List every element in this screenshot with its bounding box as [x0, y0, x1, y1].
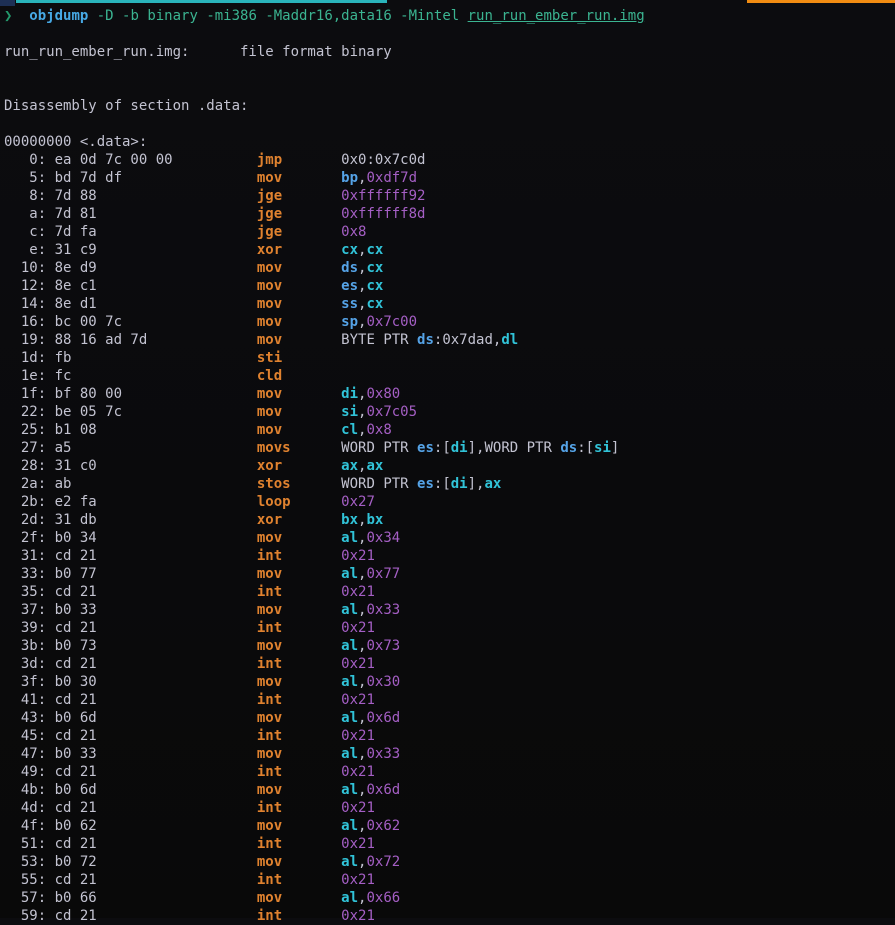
command-args: -D -b binary -mi386 -Maddr16,data16 -Min… [97, 8, 459, 24]
disassembly-row: 39: cd 21 int 0x21 [4, 619, 895, 637]
blank-line [4, 61, 895, 79]
disassembly-row: 22: be 05 7c mov si,0x7c05 [4, 403, 895, 421]
disassembly-row: 1f: bf 80 00 mov di,0x80 [4, 385, 895, 403]
file-format-line: run_run_ember_run.img: file format binar… [4, 43, 895, 61]
disassembly-row: 31: cd 21 int 0x21 [4, 547, 895, 565]
disassembly-row: 57: b0 66 mov al,0x66 [4, 889, 895, 907]
section-header-line: Disassembly of section .data: [4, 97, 895, 115]
disassembly-row: 2f: b0 34 mov al,0x34 [4, 529, 895, 547]
disassembly-row: 2b: e2 fa loop 0x27 [4, 493, 895, 511]
disassembly-row: a: 7d 81 jge 0xffffff8d [4, 205, 895, 223]
disassembly-row: 47: b0 33 mov al,0x33 [4, 745, 895, 763]
disassembly-row: 55: cd 21 int 0x21 [4, 871, 895, 889]
disassembly-row: 27: a5 movs WORD PTR es:[di],WORD PTR ds… [4, 439, 895, 457]
blank-line [4, 115, 895, 133]
top-bar [0, 0, 895, 6]
terminal-screen[interactable]: ❯ objdump -D -b binary -mi386 -Maddr16,d… [0, 7, 895, 925]
disassembly-row: 51: cd 21 int 0x21 [4, 835, 895, 853]
disassembly-row: 2d: 31 db xor bx,bx [4, 511, 895, 529]
disassembly-row: 37: b0 33 mov al,0x33 [4, 601, 895, 619]
disassembly-row: c: 7d fa jge 0x8 [4, 223, 895, 241]
prompt-line: ❯ objdump -D -b binary -mi386 -Maddr16,d… [4, 7, 895, 25]
disassembly-row: 53: b0 72 mov al,0x72 [4, 853, 895, 871]
prompt-gap [12, 8, 29, 24]
disassembly-row: 28: 31 c0 xor ax,ax [4, 457, 895, 475]
disassembly-row: 43: b0 6d mov al,0x6d [4, 709, 895, 727]
tab-underline-orange [747, 0, 895, 3]
disassembly-row: 3b: b0 73 mov al,0x73 [4, 637, 895, 655]
disassembly-row: 41: cd 21 int 0x21 [4, 691, 895, 709]
disassembly-row: 25: b1 08 mov cl,0x8 [4, 421, 895, 439]
disassembly-row: 33: b0 77 mov al,0x77 [4, 565, 895, 583]
disassembly-row: 10: 8e d9 mov ds,cx [4, 259, 895, 277]
disassembly-row: 5: bd 7d df mov bp,0xdf7d [4, 169, 895, 187]
disassembly-row: 59: cd 21 int 0x21 [4, 907, 895, 925]
command-filename: run_run_ember_run.img [468, 8, 645, 24]
disassembly-row: 35: cd 21 int 0x21 [4, 583, 895, 601]
disassembly-row: 3f: b0 30 mov al,0x30 [4, 673, 895, 691]
disassembly-row: 4f: b0 62 mov al,0x62 [4, 817, 895, 835]
disassembly-listing: 0: ea 0d 7c 00 00 jmp 0x0:0x7c0d 5: bd 7… [4, 151, 895, 925]
disassembly-row: 14: 8e d1 mov ss,cx [4, 295, 895, 313]
disassembly-row: 19: 88 16 ad 7d mov BYTE PTR ds:0x7dad,d… [4, 331, 895, 349]
blank-line [4, 25, 895, 43]
disassembly-row: 16: bc 00 7c mov sp,0x7c00 [4, 313, 895, 331]
disassembly-row: 45: cd 21 int 0x21 [4, 727, 895, 745]
data-label-line: 00000000 <.data>: [4, 133, 895, 151]
disassembly-row: 3d: cd 21 int 0x21 [4, 655, 895, 673]
tab-underline-teal [16, 0, 387, 3]
disassembly-row: 1d: fb sti [4, 349, 895, 367]
disassembly-row: 1e: fc cld [4, 367, 895, 385]
disassembly-row: 8: 7d 88 jge 0xffffff92 [4, 187, 895, 205]
tab-corner-navy [0, 0, 15, 6]
disassembly-row: 0: ea 0d 7c 00 00 jmp 0x0:0x7c0d [4, 151, 895, 169]
disassembly-row: 4b: b0 6d mov al,0x6d [4, 781, 895, 799]
disassembly-row: 4d: cd 21 int 0x21 [4, 799, 895, 817]
disassembly-row: e: 31 c9 xor cx,cx [4, 241, 895, 259]
disassembly-row: 12: 8e c1 mov es,cx [4, 277, 895, 295]
disassembly-row: 2a: ab stos WORD PTR es:[di],ax [4, 475, 895, 493]
command-program: objdump [29, 8, 88, 24]
disassembly-row: 49: cd 21 int 0x21 [4, 763, 895, 781]
blank-line [4, 79, 895, 97]
